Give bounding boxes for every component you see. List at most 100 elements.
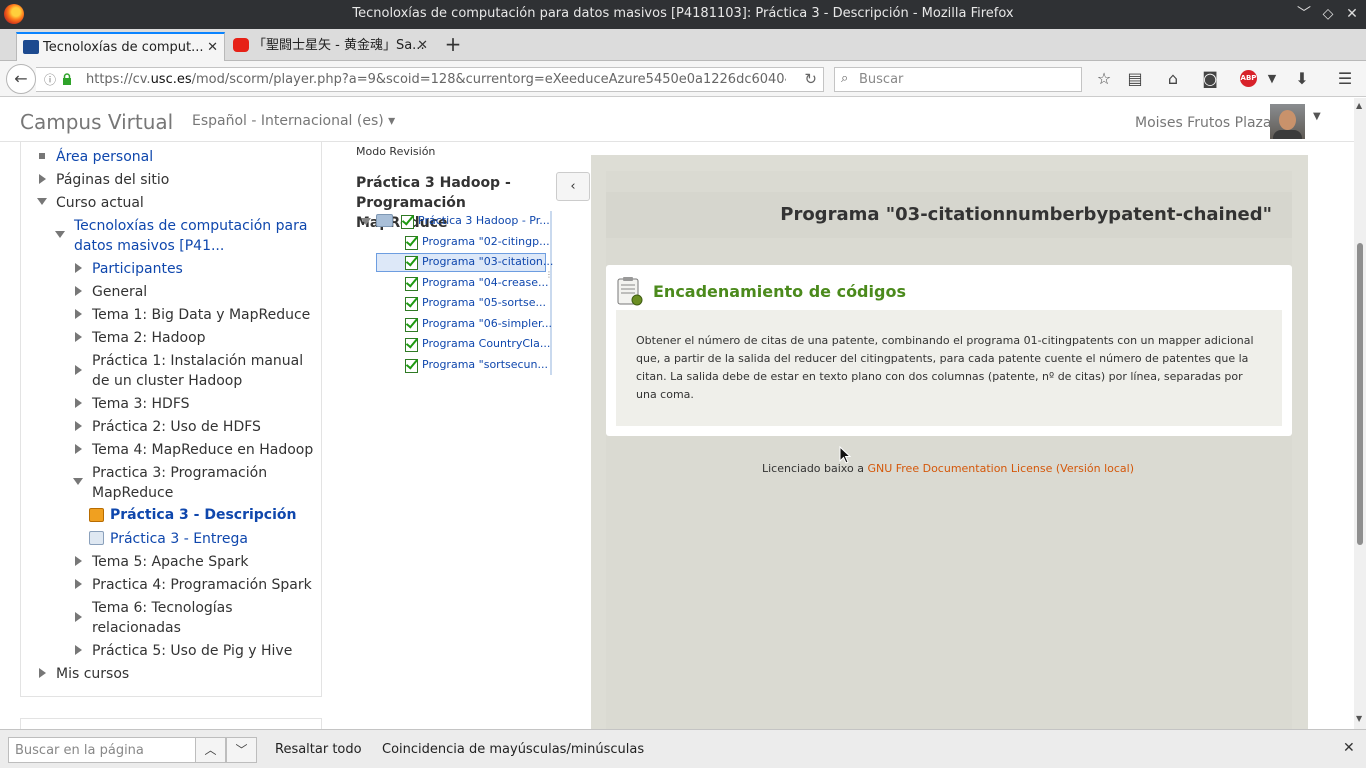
youtube-favicon-icon (233, 38, 249, 52)
expand-icon[interactable] (39, 174, 46, 184)
find-input[interactable]: Buscar en la página (8, 737, 196, 763)
expand-icon[interactable] (75, 332, 82, 342)
expand-icon[interactable] (75, 612, 82, 622)
mode-label: Modo Revisión (356, 145, 436, 158)
expand-icon[interactable] (75, 286, 82, 296)
collapse-icon[interactable] (37, 198, 47, 205)
nav-tema-1[interactable]: Tema 1: Big Data y MapReduce (92, 305, 310, 325)
nav-general[interactable]: General (92, 282, 147, 302)
close-window-button[interactable]: ✕ (1342, 4, 1362, 24)
tab-label: 「聖闘士星矢 - 黄金魂」Sa... (253, 38, 425, 53)
nav-practica-3[interactable]: Practica 3: Programación MapReduce (92, 463, 302, 503)
tab-youtube[interactable]: 「聖闘士星矢 - 黄金魂」Sa... ✕ (227, 32, 434, 61)
collapse-icon[interactable] (55, 231, 65, 238)
scrollbar-thumb[interactable] (1357, 243, 1363, 545)
new-tab-button[interactable]: + (442, 31, 464, 57)
expand-icon[interactable] (75, 263, 82, 273)
back-button[interactable]: ← (6, 64, 36, 94)
chevron-down-icon[interactable]: ▼ (1261, 69, 1283, 89)
mouse-cursor-icon (839, 446, 851, 464)
nav-mis-cursos[interactable]: Mis cursos (56, 664, 129, 684)
nav-tema-5[interactable]: Tema 5: Apache Spark (92, 552, 248, 572)
user-name[interactable]: Moises Frutos Plaza (1135, 115, 1272, 131)
minimize-button[interactable]: ﹀ (1294, 4, 1314, 24)
close-find-bar-icon[interactable]: ✕ (1343, 740, 1355, 756)
reload-icon[interactable]: ↻ (804, 70, 817, 88)
brand-link[interactable]: Campus Virtual (20, 110, 173, 134)
expand-icon[interactable] (39, 668, 46, 678)
collapse-icon[interactable] (73, 478, 83, 485)
bookmark-star-icon[interactable]: ☆ (1093, 69, 1115, 89)
nav-tema-3[interactable]: Tema 3: HDFS (92, 394, 190, 414)
language-menu[interactable]: Español - Internacional (es) ▾ (192, 113, 395, 129)
expand-icon[interactable] (75, 365, 82, 375)
page-scrollbar[interactable]: ▲ ▼ (1354, 98, 1366, 729)
toc-item-selected[interactable]: Programa "03-citation... (422, 255, 553, 269)
search-input[interactable]: ⌕ Buscar (834, 67, 1082, 92)
user-menu-caret-icon[interactable]: ▼ (1313, 111, 1321, 122)
expand-icon[interactable] (75, 556, 82, 566)
scroll-down-icon[interactable]: ▼ (1356, 714, 1362, 723)
scroll-up-icon[interactable]: ▲ (1356, 101, 1362, 110)
find-next-button[interactable]: ﹀ (226, 737, 257, 763)
nav-tema-4[interactable]: Tema 4: MapReduce en Hadoop (92, 440, 313, 460)
scorm-content-frame (591, 155, 1308, 729)
resize-handle-icon[interactable]: ⋮ (545, 270, 553, 279)
nav-tema-6[interactable]: Tema 6: Tecnologías relacionadas (92, 598, 262, 638)
expand-icon[interactable] (75, 645, 82, 655)
maximize-button[interactable]: ◇ (1318, 4, 1338, 24)
expand-icon[interactable] (75, 579, 82, 589)
expand-icon[interactable] (75, 421, 82, 431)
home-icon[interactable]: ⌂ (1162, 69, 1184, 89)
nav-practica-4[interactable]: Practica 4: Programación Spark (92, 575, 312, 595)
completed-check-icon (405, 318, 418, 332)
tab-close-icon[interactable]: ✕ (417, 32, 428, 59)
nav-practica-5[interactable]: Práctica 5: Uso de Pig y Hive (92, 641, 292, 661)
nav-tema-2[interactable]: Tema 2: Hadoop (92, 328, 206, 348)
toc-item[interactable]: Programa "06-simpler... (422, 317, 552, 331)
toc-item[interactable]: Programa "sortsecun... (422, 358, 548, 372)
expand-icon[interactable] (75, 444, 82, 454)
nav-paginas-del-sitio[interactable]: Páginas del sitio (56, 170, 169, 190)
hamburger-menu-icon[interactable]: ☰ (1334, 69, 1356, 89)
url-text[interactable]: https://cv.usc.es/mod/scorm/player.php?a… (86, 72, 786, 87)
completed-check-icon (401, 215, 414, 229)
section-body: Obtener el número de citas de una patent… (616, 310, 1282, 426)
toc-item[interactable]: Práctica 3 Hadoop - Pr... (418, 214, 550, 228)
find-previous-button[interactable]: ︿ (195, 737, 226, 763)
expand-icon[interactable] (75, 398, 82, 408)
nav-participantes[interactable]: Participantes (92, 259, 183, 279)
tab-campus-virtual[interactable]: Tecnoloxías de comput... ✕ (16, 32, 225, 61)
adblock-plus-icon[interactable]: ABP (1240, 70, 1257, 87)
completed-check-icon (405, 277, 418, 291)
content-card: Encadenamiento de códigos Obtener el núm… (606, 265, 1292, 436)
pocket-icon[interactable]: ◙ (1199, 69, 1221, 89)
nav-practica-1[interactable]: Práctica 1: Instalación manual de un clu… (92, 351, 310, 391)
nav-practica-3-descripcion[interactable]: Práctica 3 - Descripción (110, 505, 296, 525)
toc-item[interactable]: Programa "02-citingp... (422, 235, 550, 249)
toc-item[interactable]: Programa "05-sortse... (422, 296, 546, 310)
completed-check-icon (405, 359, 418, 373)
nav-practica-2[interactable]: Práctica 2: Uso de HDFS (92, 417, 261, 437)
reading-list-icon[interactable]: ▤ (1124, 69, 1146, 89)
highlight-all-toggle[interactable]: Resaltar todo (275, 742, 362, 757)
nav-course[interactable]: Tecnoloxías de computación para datos ma… (74, 216, 310, 256)
nav-curso-actual[interactable]: Curso actual (56, 193, 144, 213)
section-body-text: Obtener el número de citas de una patent… (636, 334, 1254, 401)
search-icon: ⌕ (841, 71, 849, 86)
tab-close-icon[interactable]: ✕ (207, 34, 218, 61)
license-link[interactable]: GNU Free Documentation License (Versión … (867, 462, 1134, 475)
match-case-toggle[interactable]: Coincidencia de mayúsculas/minúsculas (382, 742, 644, 757)
toc-item[interactable]: Programa "04-crease... (422, 276, 549, 290)
url-bar[interactable]: ⓘ https://cv.usc.es/mod/scorm/player.php… (36, 67, 824, 92)
download-icon[interactable]: ⬇ (1291, 69, 1313, 89)
expand-icon[interactable] (75, 309, 82, 319)
info-icon[interactable]: ⓘ (44, 71, 56, 88)
collapse-toc-button[interactable]: ‹ (556, 172, 590, 201)
collapse-icon[interactable] (361, 218, 371, 225)
window-title: Tecnoloxías de computación para datos ma… (352, 6, 1014, 21)
toc-item[interactable]: Programa CountryCla... (422, 337, 550, 351)
nav-practica-3-entrega[interactable]: Práctica 3 - Entrega (110, 529, 248, 549)
nav-area-personal[interactable]: Área personal (56, 147, 153, 167)
avatar[interactable] (1270, 104, 1305, 139)
